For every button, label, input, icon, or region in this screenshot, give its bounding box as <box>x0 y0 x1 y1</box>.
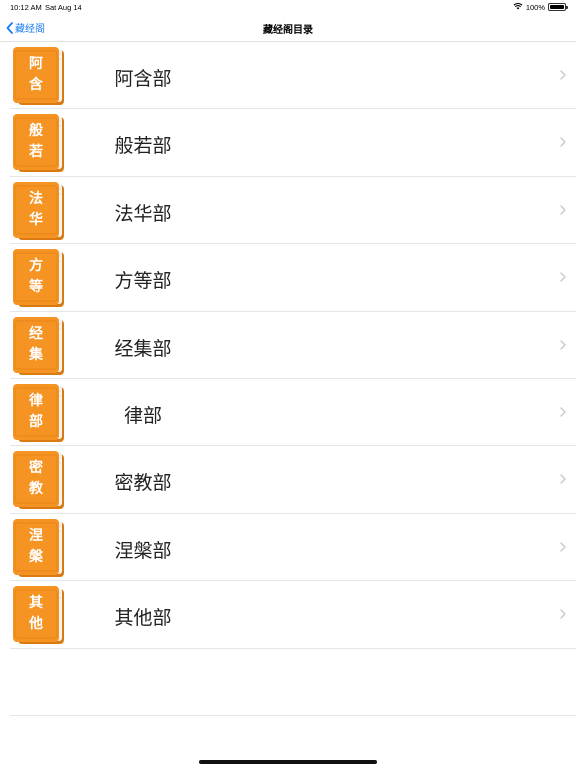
book-cover-text: 涅 槃 <box>13 519 59 575</box>
cover-char-top: 经 <box>29 325 43 342</box>
list-item-label: 涅槃部 <box>114 539 172 562</box>
section-item-4[interactable]: 方 等 方等部 <box>0 244 576 312</box>
cover-char-bottom: 他 <box>29 616 43 633</box>
chevron-right-icon <box>560 70 566 80</box>
book-icon: 方 等 <box>13 249 65 308</box>
status-bar: 10:12 AM Sat Aug 14 100% <box>0 0 576 14</box>
chevron-right-icon <box>560 407 566 417</box>
book-cover-text: 阿 含 <box>13 47 59 103</box>
book-cover-text: 般 若 <box>13 114 59 170</box>
cover-char-bottom: 华 <box>29 211 43 228</box>
list-item-label: 律部 <box>123 404 162 427</box>
section-list: 阿 含 阿含部 般 若 般若部 法 华 法华部 方 等 方等部 经 集 经集部 … <box>0 42 576 649</box>
section-item-3[interactable]: 法 华 法华部 <box>0 177 576 245</box>
navigation-bar: 藏经阁 藏经阁目录 <box>0 14 576 42</box>
book-icon: 律 部 <box>13 383 65 442</box>
chevron-right-icon <box>560 609 566 619</box>
book-cover-text: 律 部 <box>13 384 59 440</box>
cover-char-top: 律 <box>29 392 43 409</box>
cover-char-bottom: 等 <box>29 279 43 296</box>
book-cover-text: 密 教 <box>13 451 59 507</box>
book-cover-text: 法 华 <box>13 182 59 238</box>
status-time: 10:12 AM <box>10 3 42 12</box>
book-cover-text: 其 他 <box>13 586 59 642</box>
page-title: 藏经阁目录 <box>263 25 313 36</box>
cover-char-top: 密 <box>29 460 43 477</box>
chevron-right-icon <box>560 339 566 350</box>
list-item-label: 密教部 <box>114 472 172 495</box>
divider <box>10 715 576 716</box>
book-icon: 般 若 <box>13 114 65 173</box>
cover-char-bottom: 集 <box>29 346 43 363</box>
battery-percent: 100% <box>525 2 545 12</box>
cover-char-bottom: 含 <box>29 77 43 93</box>
list-item-label: 经集部 <box>114 337 172 360</box>
book-cover-text: 经 集 <box>13 317 59 373</box>
cover-char-top: 阿 <box>29 56 43 72</box>
battery-icon <box>548 3 568 11</box>
chevron-right-icon <box>560 474 566 485</box>
chevron-right-icon <box>560 272 566 282</box>
section-item-2[interactable]: 般 若 般若部 <box>0 109 576 178</box>
section-item-5[interactable]: 经 集 经集部 <box>0 312 576 380</box>
section-item-7[interactable]: 密 教 密教部 <box>0 446 576 515</box>
chevron-right-icon <box>560 205 566 215</box>
list-item-label: 其他部 <box>114 607 172 630</box>
cover-char-top: 般 <box>29 123 43 140</box>
book-icon: 法 华 <box>13 181 65 240</box>
list-item-label: 法华部 <box>114 202 172 225</box>
cover-char-top: 方 <box>29 258 43 275</box>
list-item-label: 方等部 <box>114 270 172 293</box>
section-item-1[interactable]: 阿 含 阿含部 <box>0 42 576 110</box>
status-indicators: 100% <box>513 2 568 12</box>
list-item-label: 阿含部 <box>114 68 172 90</box>
cover-char-bottom: 教 <box>29 481 43 498</box>
section-item-6[interactable]: 律 部 律部 <box>0 379 576 447</box>
book-icon: 密 教 <box>13 451 65 510</box>
cover-char-bottom: 部 <box>29 413 43 430</box>
wifi-icon <box>513 2 523 12</box>
chevron-right-icon <box>560 542 566 552</box>
cover-char-top: 涅 <box>29 527 43 544</box>
cover-char-top: 法 <box>29 190 43 207</box>
battery-level <box>550 5 564 9</box>
book-icon: 其 他 <box>13 586 65 645</box>
book-icon: 阿 含 <box>13 47 65 105</box>
status-date: Sat Aug 14 <box>45 3 82 12</box>
home-indicator[interactable] <box>199 760 377 764</box>
cover-char-top: 其 <box>29 595 43 612</box>
book-icon: 经 集 <box>13 316 65 375</box>
book-icon: 涅 槃 <box>13 518 65 577</box>
list-item-label: 般若部 <box>114 135 172 158</box>
section-item-8[interactable]: 涅 槃 涅槃部 <box>0 514 576 582</box>
book-cover-text: 方 等 <box>13 249 59 305</box>
section-item-9[interactable]: 其 他 其他部 <box>0 581 576 649</box>
cover-char-bottom: 槃 <box>29 548 43 565</box>
cover-char-bottom: 若 <box>29 144 43 161</box>
chevron-right-icon <box>560 137 566 148</box>
